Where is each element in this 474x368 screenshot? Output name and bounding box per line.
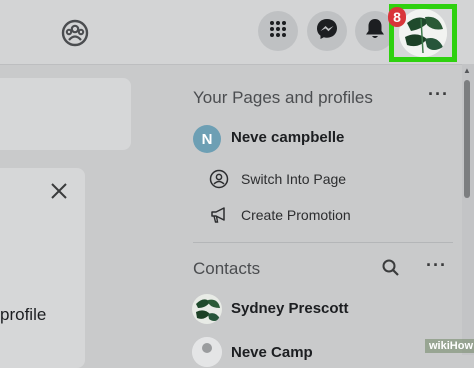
- switch-profile-icon: [208, 168, 230, 190]
- contact-name[interactable]: Sydney Prescott: [231, 300, 349, 317]
- search-icon[interactable]: [381, 258, 403, 280]
- profile-card: [0, 168, 85, 368]
- contact-name[interactable]: Neve Camp: [231, 344, 313, 361]
- pages-section-title: Your Pages and profiles: [193, 88, 373, 107]
- section-divider: [193, 242, 453, 243]
- contact-avatar[interactable]: [192, 294, 222, 324]
- grid-menu-icon: [269, 20, 287, 43]
- megaphone-icon: [208, 204, 230, 226]
- scrollbar-thumb[interactable]: [464, 80, 470, 198]
- more-options-icon: ···: [426, 255, 447, 275]
- contacts-more-button[interactable]: ···: [426, 255, 447, 276]
- create-promotion-link[interactable]: Create Promotion: [241, 207, 351, 223]
- notification-count-badge: 8: [388, 7, 406, 27]
- close-icon: [50, 182, 68, 205]
- scroll-up-arrow-icon[interactable]: ▲: [463, 66, 471, 75]
- menu-button[interactable]: [258, 11, 298, 51]
- bell-icon: [365, 18, 385, 45]
- more-options-icon: ···: [428, 84, 449, 104]
- profile-label: profile: [0, 305, 47, 324]
- messenger-icon: [316, 18, 338, 45]
- contact-avatar[interactable]: [192, 337, 222, 367]
- page-avatar[interactable]: N: [193, 125, 221, 153]
- page-name[interactable]: Neve campbelle: [231, 129, 344, 146]
- messenger-button[interactable]: [307, 11, 347, 51]
- avatar: [399, 9, 447, 57]
- contacts-section-title: Contacts: [193, 259, 261, 278]
- composer-card: [0, 78, 131, 150]
- pages-more-button[interactable]: ···: [428, 84, 449, 105]
- switch-into-page-link[interactable]: Switch Into Page: [241, 171, 346, 187]
- watermark: wikiHow: [425, 339, 474, 353]
- close-button[interactable]: [46, 180, 72, 206]
- groups-icon[interactable]: [58, 16, 92, 50]
